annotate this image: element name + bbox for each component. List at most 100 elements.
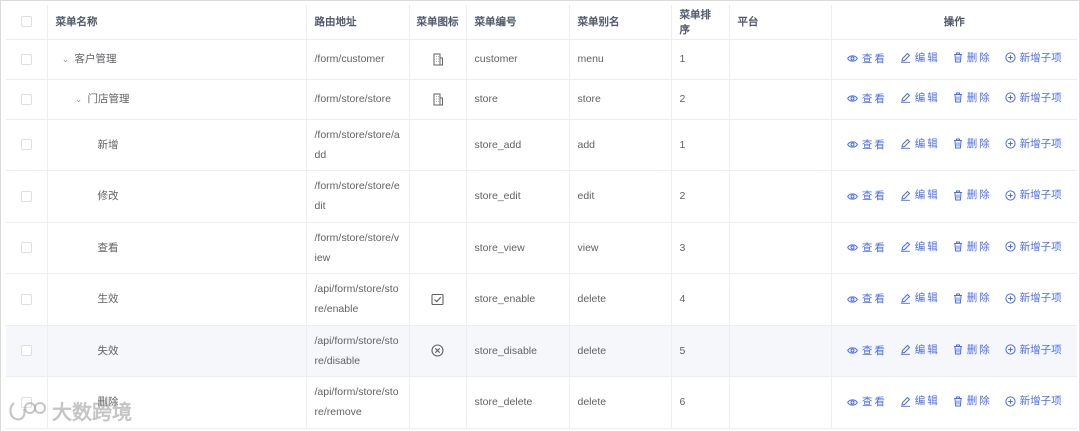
delete-label: 删除 [966,189,992,201]
sort-cell: 1 [671,39,730,80]
menu-name: 修改 [97,190,119,203]
row-checkbox[interactable] [20,93,32,105]
select-all-checkbox-cell[interactable] [6,5,48,40]
platform-cell [729,273,832,326]
add-child-button[interactable]: 新增子项 [1005,48,1062,68]
view-button[interactable]: 查看 [846,289,887,309]
edit-label: 编辑 [914,395,940,407]
add-child-button[interactable]: 新增子项 [1005,134,1062,154]
add-child-label: 新增子项 [1019,343,1062,356]
row-checkbox[interactable] [20,242,32,254]
plus-circle-icon [1005,138,1016,149]
plus-circle-icon [1005,92,1016,103]
table-row[interactable]: ⌄ 客户管理 /form/customer customer menu 1 查看 … [6,39,1077,80]
view-button[interactable]: 查看 [846,89,887,109]
row-checkbox[interactable] [20,345,32,357]
delete-button[interactable]: 删除 [953,48,992,68]
table-row[interactable]: 查看 /form/store/store/view store_view vie… [6,222,1077,274]
add-child-button[interactable]: 新增子项 [1005,288,1062,308]
table-row[interactable]: ⌄ 门店管理 /form/store/store store store 2 查看… [6,79,1077,120]
actions-cell: 查看 编辑 删除 新增子项 [831,170,1077,223]
header-actions: 操作 [831,5,1077,40]
code-cell: store_enable [466,273,570,326]
table-row[interactable]: 生效 /api/form/store/store/enable store_en… [6,273,1077,326]
row-checkbox-cell[interactable] [6,222,48,274]
edit-button[interactable]: 编辑 [900,391,940,411]
edit-button[interactable]: 编辑 [900,237,940,257]
table-row[interactable]: 删除 /api/form/store/store/remove store_de… [6,376,1077,429]
table-row[interactable]: 修改 /form/store/store/edit store_edit edi… [6,170,1077,223]
add-child-button[interactable]: 新增子项 [1005,340,1062,360]
row-checkbox[interactable] [20,53,32,65]
alias-cell: view [569,222,672,274]
row-checkbox-cell[interactable] [6,119,48,171]
plus-circle-icon [1005,189,1016,201]
add-child-button[interactable]: 新增子项 [1005,88,1062,108]
trash-icon [953,344,962,355]
delete-button[interactable]: 删除 [953,134,992,154]
row-checkbox[interactable] [20,139,32,151]
sort-cell: 1 [671,119,730,171]
edit-button[interactable]: 编辑 [900,88,940,108]
view-button[interactable]: 查看 [846,135,887,155]
pencil-icon [900,293,910,304]
route-cell: /api/form/store/store/disable [306,325,410,377]
plus-circle-icon [1005,395,1016,407]
table-row[interactable]: 新增 /form/store/store/add store_add add 1… [6,119,1077,171]
menu-name: 生效 [97,293,119,306]
row-checkbox[interactable] [20,190,32,202]
alias-cell: add [569,119,672,171]
edit-button[interactable]: 编辑 [900,288,940,308]
edit-button[interactable]: 编辑 [900,340,940,360]
menu-icon-cell [409,376,467,429]
row-checkbox-cell[interactable] [6,79,48,120]
code-cell: customer [466,39,570,80]
alias-cell: store [569,79,672,120]
chevron-down-icon[interactable]: ⌄ [60,49,72,69]
eye-icon [846,398,858,406]
add-child-label: 新增子项 [1019,395,1062,407]
header-route: 路由地址 [306,5,410,40]
view-label: 查看 [861,241,887,254]
pencil-icon [900,93,910,103]
delete-label: 删除 [966,292,992,304]
menu-icon-cell [409,273,467,326]
edit-button[interactable]: 编辑 [900,185,940,205]
add-child-button[interactable]: 新增子项 [1005,185,1062,205]
view-button[interactable]: 查看 [846,341,887,361]
view-button[interactable]: 查看 [846,392,887,412]
edit-button[interactable]: 编辑 [900,48,940,68]
eye-icon [846,244,858,251]
chevron-down-icon[interactable]: ⌄ [73,89,85,109]
add-child-button[interactable]: 新增子项 [1005,391,1062,411]
row-checkbox-cell[interactable] [6,273,48,326]
delete-button[interactable]: 删除 [953,288,992,308]
view-button[interactable]: 查看 [846,186,887,206]
menu-name: 客户管理 [74,53,117,65]
eye-icon [846,295,858,303]
table-row[interactable]: 失效 /api/form/store/store/disable store_d… [6,325,1077,377]
menu-name: 失效 [97,344,119,357]
row-checkbox-cell[interactable] [6,39,48,80]
select-all-checkbox[interactable] [20,16,32,28]
edit-label: 编辑 [914,240,940,253]
delete-button[interactable]: 删除 [953,340,992,360]
row-checkbox-cell[interactable] [6,325,48,377]
view-button[interactable]: 查看 [846,49,887,69]
delete-label: 删除 [966,137,992,150]
edit-label: 编辑 [914,51,940,64]
add-child-button[interactable]: 新增子项 [1005,237,1062,257]
delete-button[interactable]: 删除 [953,391,992,411]
delete-button[interactable]: 删除 [953,185,992,205]
view-button[interactable]: 查看 [846,238,887,258]
route-cell: /form/customer [306,39,410,80]
alias-cell: delete [569,376,672,429]
row-checkbox-cell[interactable] [6,170,48,223]
delete-button[interactable]: 删除 [953,237,992,257]
add-child-label: 新增子项 [1019,51,1062,64]
edit-button[interactable]: 编辑 [900,134,940,154]
row-checkbox[interactable] [20,293,32,305]
menu-name: 查看 [97,241,119,254]
platform-cell [729,79,832,120]
delete-button[interactable]: 删除 [953,88,992,108]
